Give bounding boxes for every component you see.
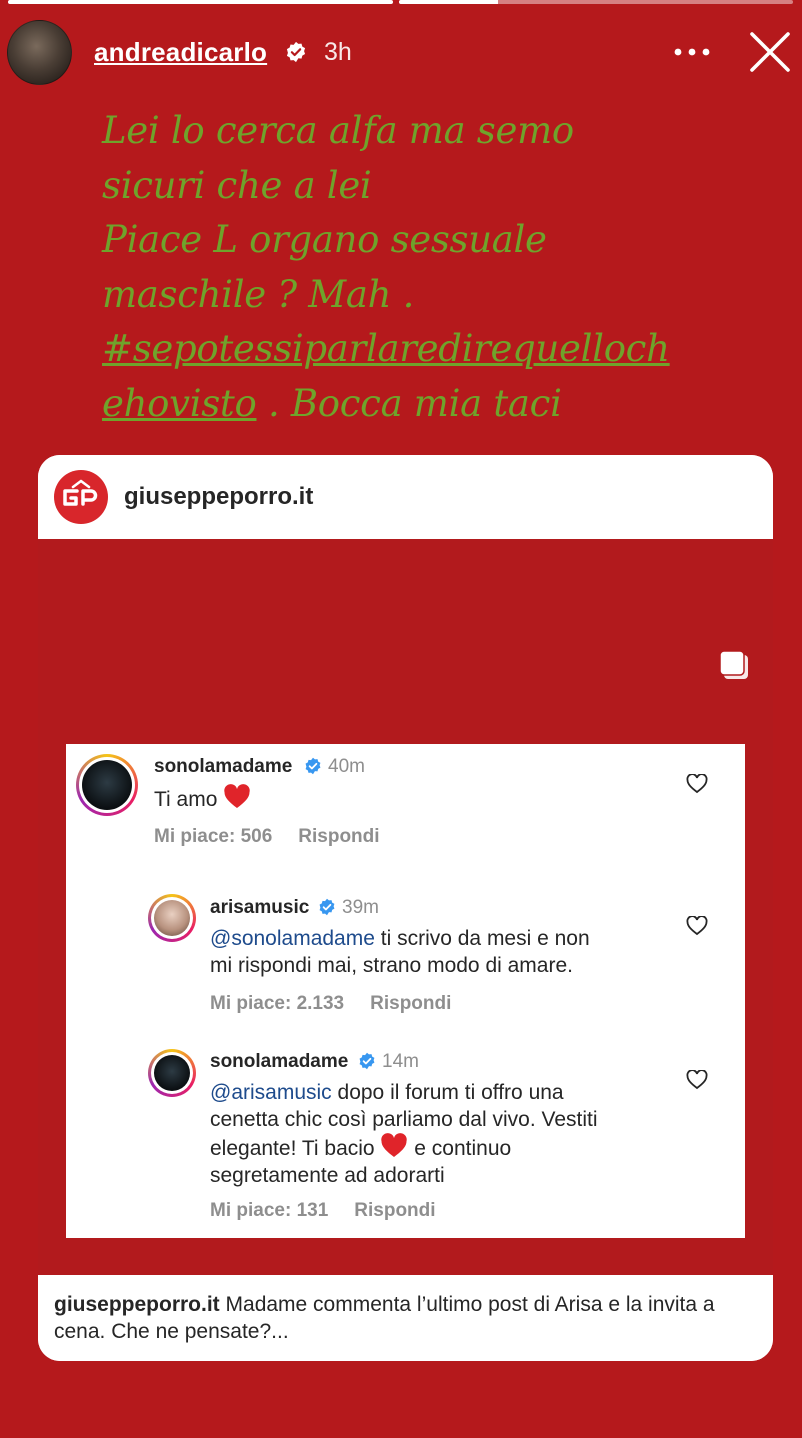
caption-line-4: maschile ? Mah . bbox=[102, 272, 415, 316]
comment-2-reply[interactable]: Rispondi bbox=[370, 993, 451, 1014]
comment-1-text-body: Ti amo bbox=[154, 788, 218, 811]
giuseppeporro-logo-icon[interactable] bbox=[53, 469, 109, 525]
comment-3-meta: Mi piace: 131 Rispondi bbox=[210, 1200, 462, 1222]
close-icon[interactable] bbox=[748, 30, 792, 74]
verified-badge-icon bbox=[305, 757, 321, 775]
shared-post-card[interactable]: giuseppeporro.it sonolamadame 40m Ti amo bbox=[38, 455, 773, 1361]
comment-2-text-line-2: mi rispondi mai, strano modo di amare. bbox=[210, 953, 573, 977]
carousel-multiple-icon bbox=[719, 650, 748, 679]
comment-2-user: arisamusic bbox=[210, 897, 310, 918]
red-heart-icon bbox=[381, 1133, 408, 1157]
story-caption: Lei lo cerca alfa ma semo sicuri che a l… bbox=[102, 104, 742, 431]
caption-tail: . Bocca mia taci bbox=[256, 381, 562, 425]
red-heart-icon bbox=[224, 784, 250, 808]
caption-line-1: Lei lo cerca alfa ma semo bbox=[102, 109, 574, 152]
comment-3-text-line-2: cenetta chic così parliamo dal vivo. Ves… bbox=[210, 1107, 598, 1131]
comment-1-reply[interactable]: Rispondi bbox=[298, 826, 379, 847]
comment-1-likes[interactable]: Mi piace: 506 bbox=[154, 826, 272, 847]
comments-screenshot: sonolamadame 40m Ti amo Mi piace: 506 Ris… bbox=[66, 744, 745, 1238]
more-options-icon[interactable] bbox=[672, 40, 712, 64]
comment-3-user: sonolamadame bbox=[210, 1051, 349, 1072]
story-time: 3h bbox=[324, 38, 352, 66]
caption-hashtag-part-1[interactable]: #sepotessiparlaredirequelloch bbox=[102, 327, 670, 370]
comment-1-text: Ti amo bbox=[154, 784, 251, 814]
comment-3-text-line-4: segretamente ad adorarti bbox=[210, 1163, 445, 1187]
comment-2-meta: Mi piace: 2.133 Rispondi bbox=[210, 993, 477, 1015]
card-header: giuseppeporro.it bbox=[38, 455, 773, 539]
verified-badge-icon bbox=[286, 41, 306, 63]
card-footer-caption: giuseppeporro.it Madame commenta l’ultim… bbox=[54, 1291, 754, 1345]
caption-line-2: sicuri che a lei bbox=[102, 163, 372, 207]
comment-1-time: 40m bbox=[328, 756, 365, 777]
story-progress bbox=[0, 0, 802, 6]
comment-3-likes[interactable]: Mi piace: 131 bbox=[210, 1200, 328, 1221]
caption-hashtag-part-2[interactable]: ehovisto bbox=[102, 382, 257, 425]
comment-1-meta: Mi piace: 506 Rispondi bbox=[154, 826, 406, 848]
comment-avatar-sonolamadame bbox=[76, 754, 138, 816]
comment-2-text-line-1: ti scrivo da mesi e non bbox=[374, 927, 590, 950]
comment-3-text-line-3a: elegante! Ti bacio bbox=[210, 1137, 381, 1160]
progress-segment-1 bbox=[8, 0, 393, 4]
verified-badge-icon bbox=[319, 898, 335, 916]
comment-3-mention[interactable]: @arisamusic bbox=[210, 1081, 332, 1104]
comment-2-mention[interactable]: @sonolamadame bbox=[210, 927, 375, 950]
comment-2-time: 39m bbox=[342, 897, 379, 918]
like-heart-icon[interactable] bbox=[686, 1070, 708, 1090]
story-username[interactable]: andreadicarlo bbox=[94, 37, 267, 68]
profile-avatar[interactable] bbox=[7, 20, 72, 85]
comment-2-likes[interactable]: Mi piace: 2.133 bbox=[210, 993, 344, 1014]
comment-3-text-line-1: dopo il forum ti offro una bbox=[331, 1081, 564, 1104]
comment-3-time: 14m bbox=[382, 1051, 419, 1072]
post-image[interactable]: sonolamadame 40m Ti amo Mi piace: 506 Ris… bbox=[38, 539, 773, 1275]
comment-3-reply[interactable]: Rispondi bbox=[354, 1200, 435, 1221]
card-handle[interactable]: giuseppeporro.it bbox=[124, 483, 313, 511]
comment-2-text: @sonolamadame ti scrivo da mesi e non mi… bbox=[210, 926, 590, 979]
comment-1-user: sonolamadame bbox=[154, 756, 293, 777]
like-heart-icon[interactable] bbox=[686, 774, 708, 794]
progress-fill-2 bbox=[399, 0, 498, 4]
verified-badge-icon bbox=[359, 1052, 375, 1070]
comment-3-text-line-3b: e continuo bbox=[408, 1137, 512, 1160]
caption-line-3: Piace L organo sessuale bbox=[102, 218, 547, 261]
comment-avatar-arisamusic bbox=[148, 894, 196, 942]
comment-avatar-sonolamadame-reply bbox=[148, 1049, 196, 1097]
like-heart-icon[interactable] bbox=[686, 916, 708, 936]
comment-3-text: @arisamusic dopo il forum ti offro una c… bbox=[210, 1080, 598, 1189]
progress-segment-2 bbox=[399, 0, 793, 4]
footer-handle[interactable]: giuseppeporro.it bbox=[54, 1293, 220, 1316]
card-footer: giuseppeporro.it Madame commenta l’ultim… bbox=[38, 1275, 773, 1361]
progress-fill-1 bbox=[8, 0, 393, 4]
